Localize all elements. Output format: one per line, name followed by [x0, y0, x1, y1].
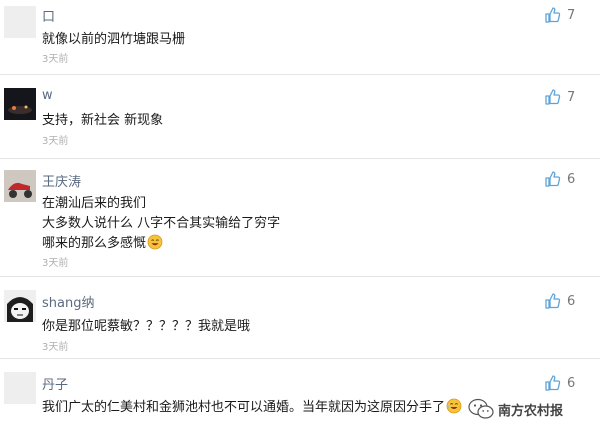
like-button[interactable]: 6: [545, 374, 575, 392]
crying-laughing-emoji-icon: [446, 398, 462, 414]
thumbs-up-icon: [545, 89, 561, 105]
avatar[interactable]: [4, 372, 36, 404]
divider: [0, 276, 600, 277]
comment-text-part: 我们广太的仁美村和金狮池村也不可以通婚。当年就因为这原因分手了: [42, 400, 446, 415]
comment-item: w 支持，新社会 新现象 3天前 7: [0, 78, 600, 156]
comment-text: 你是那位呢蔡敏？？？？？我就是哦: [42, 319, 251, 334]
like-count: 6: [567, 375, 576, 391]
comment-time: 3天前: [42, 258, 69, 269]
like-count: 6: [567, 293, 576, 309]
laughing-emoji-icon: [147, 234, 163, 250]
comment-text: 哪来的那么多感慨: [42, 232, 163, 251]
comment-time: 3天前: [42, 342, 69, 353]
thumbs-up-icon: [545, 293, 561, 309]
commenter-name[interactable]: 口: [42, 6, 55, 25]
comment-text: 我们广太的仁美村和金狮池村也不可以通婚。当年就因为这原因分手了: [42, 396, 462, 415]
commenter-name[interactable]: 王庆涛: [42, 171, 81, 190]
avatar[interactable]: [4, 88, 36, 120]
like-count: 7: [567, 89, 576, 105]
comment-time: 3天前: [42, 54, 69, 65]
commenter-name[interactable]: 丹子: [42, 374, 68, 393]
commenter-name[interactable]: shang纳: [42, 292, 94, 311]
avatar[interactable]: [4, 170, 36, 202]
thumbs-up-icon: [545, 375, 561, 391]
cartoon-face-image: [4, 290, 36, 322]
avatar[interactable]: [4, 6, 36, 38]
thumbs-up-icon: [545, 171, 561, 187]
divider: [0, 158, 600, 159]
avatar[interactable]: [4, 290, 36, 322]
red-scooter-image: [4, 170, 36, 202]
comment-text: 大多数人说什么 八字不合其实输给了穷字: [42, 212, 280, 231]
like-count: 7: [567, 7, 576, 23]
like-button[interactable]: 6: [545, 170, 575, 188]
watermark: 南方农村报: [468, 392, 600, 426]
comment-text-part: 大多数人说什么 八字不合其实输给了穷字: [42, 216, 281, 231]
like-button[interactable]: 7: [545, 6, 575, 24]
like-button[interactable]: 6: [545, 292, 575, 310]
comment-item: 王庆涛 在潮汕后来的我们 大多数人说什么 八字不合其实输给了穷字 哪来的那么多感…: [0, 162, 600, 272]
commenter-name[interactable]: w: [42, 88, 53, 103]
divider: [0, 358, 600, 359]
comment-time: 3天前: [42, 136, 69, 147]
watermark-text: 南方农村报: [498, 403, 564, 419]
comment-text: 就像以前的泗竹塘跟马栅: [42, 32, 186, 47]
wechat-logo-icon: [468, 398, 494, 419]
divider: [0, 74, 600, 75]
comment-text: 在潮汕后来的我们: [42, 196, 147, 211]
like-button[interactable]: 7: [545, 88, 575, 106]
night-scene-image: [4, 88, 36, 120]
comment-item: 口 就像以前的泗竹塘跟马栅 3天前 7: [0, 0, 600, 72]
comment-item: shang纳 你是那位呢蔡敏？？？？？我就是哦 3天前 6: [0, 280, 600, 356]
like-count: 6: [567, 171, 576, 187]
comment-text-part: 哪来的那么多感慨: [42, 236, 147, 251]
thumbs-up-icon: [545, 7, 561, 23]
comment-text: 支持，新社会 新现象: [42, 113, 164, 128]
